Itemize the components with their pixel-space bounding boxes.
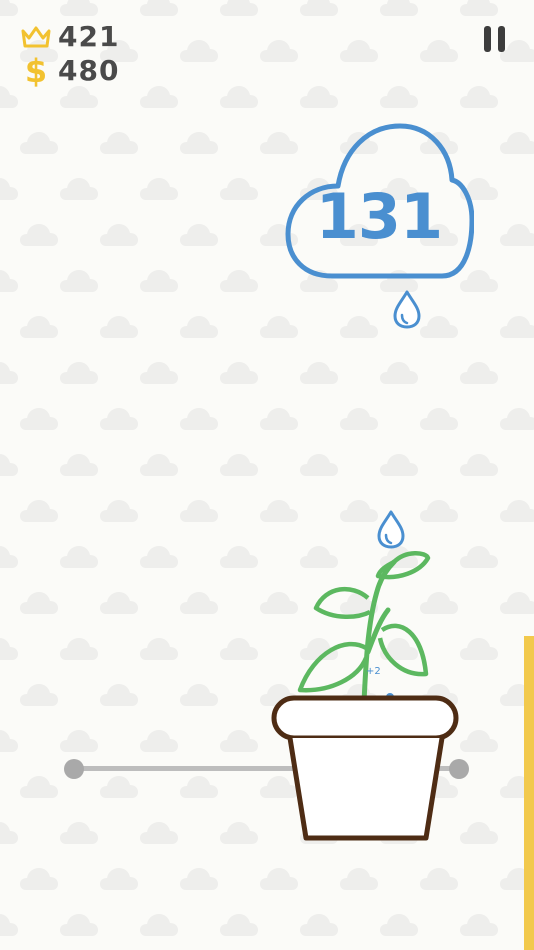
dollar-symbol: $ (24, 51, 48, 90)
best-score-value: 421 (58, 20, 120, 53)
best-score-display: 421 (20, 20, 119, 53)
coins-value: 480 (58, 54, 120, 87)
pause-bar-right (498, 26, 505, 52)
slider-left-endpoint[interactable] (64, 759, 84, 779)
plant-pot[interactable] (270, 540, 460, 845)
water-level-meter (524, 636, 534, 950)
rain-cloud[interactable]: 131 (284, 120, 475, 282)
plant-icon (271, 551, 459, 841)
pause-bar-left (484, 26, 491, 52)
cloud-drop-counter: 131 (315, 180, 443, 253)
coins-display: $ 480 (20, 54, 119, 87)
dollar-icon: $ (20, 51, 52, 90)
crown-icon (20, 22, 52, 52)
splash-bonus-label: +2 (366, 666, 381, 677)
pause-button[interactable] (478, 22, 512, 58)
water-drop-icon (391, 288, 423, 330)
